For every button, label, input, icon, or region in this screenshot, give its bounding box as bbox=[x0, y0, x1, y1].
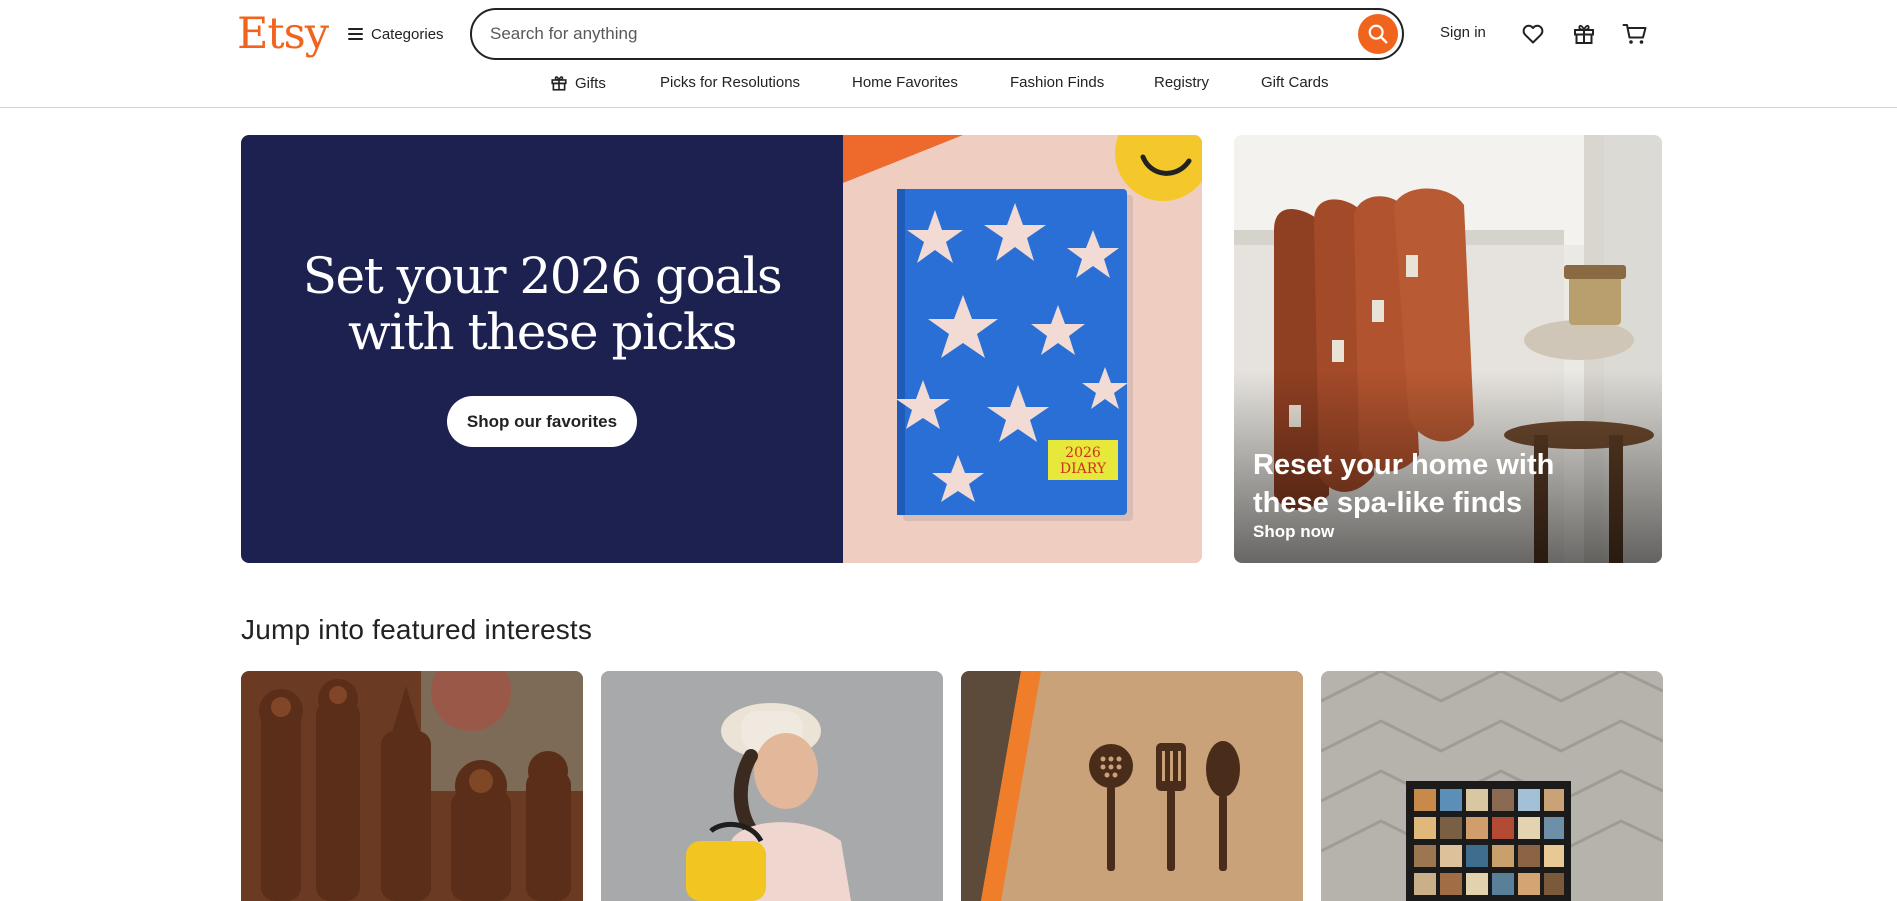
diary-label-year: 2026 bbox=[1065, 445, 1101, 461]
heart-icon bbox=[1522, 24, 1544, 44]
categories-label: Categories bbox=[371, 25, 444, 43]
featured-interests-heading: Jump into featured interests bbox=[241, 614, 593, 645]
diary-product-image: 2026 DIARY bbox=[843, 135, 1202, 563]
diary-label-word: DIARY bbox=[1060, 461, 1107, 477]
nav-item-home-favorites[interactable]: Home Favorites bbox=[852, 74, 958, 91]
hamburger-icon bbox=[348, 28, 363, 40]
search-bar bbox=[470, 8, 1404, 60]
chess-pieces-image bbox=[241, 671, 583, 901]
etsy-logo[interactable]: Etsy bbox=[237, 6, 329, 62]
nav-item-label: Home Favorites bbox=[852, 74, 958, 91]
nav-item-label: Gifts bbox=[575, 74, 606, 92]
diary-illustration: 2026 DIARY bbox=[843, 135, 1202, 563]
sign-in-link[interactable]: Sign in bbox=[1440, 24, 1486, 41]
nav-item-label: Fashion Finds bbox=[1010, 74, 1105, 91]
featured-card-backpack[interactable] bbox=[601, 671, 943, 901]
wooden-notebook-image bbox=[961, 671, 1303, 901]
categories-button[interactable]: Categories bbox=[348, 20, 444, 48]
nav-item-gift-cards[interactable]: Gift Cards bbox=[1261, 74, 1329, 91]
search-icon bbox=[1368, 24, 1388, 44]
nav-item-gifts[interactable]: Gifts bbox=[550, 74, 606, 92]
search-input[interactable] bbox=[490, 20, 1310, 48]
gift-icon bbox=[551, 76, 567, 91]
spa-promo-card[interactable]: Reset your home with these spa-like find… bbox=[1234, 135, 1662, 563]
nav-item-registry[interactable]: Registry bbox=[1154, 74, 1209, 91]
hero-title-line: with these picks bbox=[348, 303, 737, 361]
site-header: Etsy Categories Sign in bbox=[0, 0, 1897, 108]
category-nav: Gifts Picks for Resolutions Home Favorit… bbox=[0, 70, 1897, 96]
cart-button[interactable] bbox=[1621, 20, 1649, 48]
search-button[interactable] bbox=[1358, 14, 1398, 54]
cart-icon bbox=[1622, 24, 1647, 44]
woman-backpack-image bbox=[601, 671, 943, 901]
hero-banner[interactable]: Set your 2026 goals with these picks Sho… bbox=[241, 135, 1202, 563]
featured-card-chess[interactable] bbox=[241, 671, 583, 901]
spa-promo-title: Reset your home with these spa-like find… bbox=[1253, 449, 1555, 519]
nav-item-label: Picks for Resolutions bbox=[660, 74, 801, 91]
shop-now-link[interactable]: Shop now bbox=[1253, 522, 1334, 542]
shop-our-favorites-button[interactable]: Shop our favorites bbox=[447, 396, 637, 447]
hero-title: Set your 2026 goals with these picks bbox=[241, 248, 843, 360]
photo-collage-image bbox=[1321, 671, 1663, 901]
hero-text-panel: Set your 2026 goals with these picks Sho… bbox=[241, 135, 843, 563]
hero-title-line: Set your 2026 goals bbox=[302, 247, 783, 305]
gift-mode-button[interactable] bbox=[1570, 20, 1598, 48]
nav-item-picks-for-resolutions[interactable]: Picks for Resolutions bbox=[660, 74, 800, 91]
gift-icon bbox=[1574, 24, 1594, 44]
nav-item-label: Gift Cards bbox=[1261, 74, 1329, 91]
featured-card-photo-collage[interactable] bbox=[1321, 671, 1663, 901]
nav-item-label: Registry bbox=[1154, 74, 1210, 91]
favorites-button[interactable] bbox=[1519, 20, 1547, 48]
nav-item-fashion-finds[interactable]: Fashion Finds bbox=[1010, 74, 1104, 91]
featured-card-notebook[interactable] bbox=[961, 671, 1303, 901]
